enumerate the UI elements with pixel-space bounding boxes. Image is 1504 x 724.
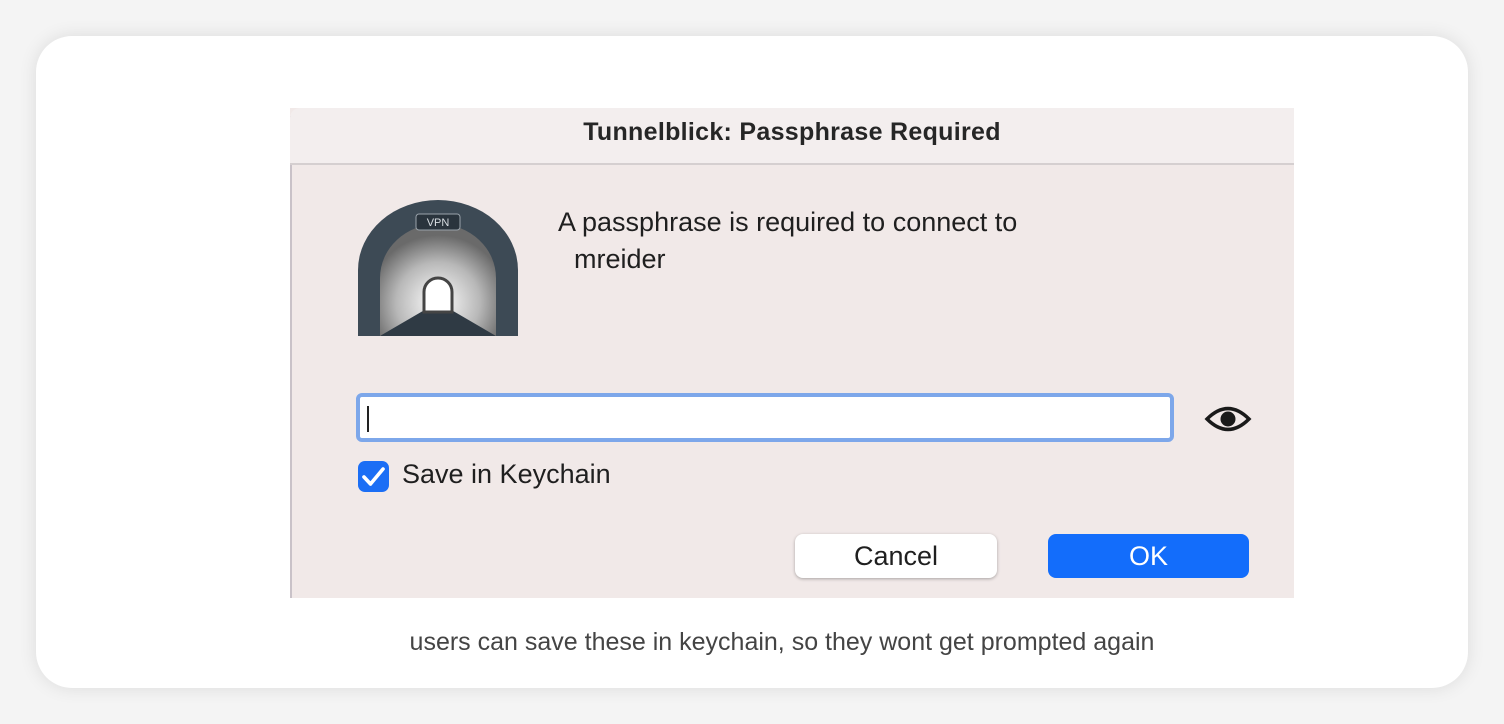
dialog-message: A passphrase is required to connect to m…: [558, 204, 1017, 278]
passphrase-input[interactable]: [356, 393, 1174, 442]
connection-name: mreider: [574, 244, 666, 274]
image-caption: users can save these in keychain, so the…: [409, 628, 1155, 656]
dialog-titlebar: Tunnelblick: Passphrase Required: [290, 108, 1294, 165]
message-line-1: A passphrase is required to connect to: [558, 207, 1018, 237]
ok-button[interactable]: OK: [1048, 534, 1249, 578]
eye-icon[interactable]: [1204, 404, 1252, 434]
passphrase-dialog: Tunnelblick: Passphrase Required VPN A p…: [290, 108, 1294, 598]
save-in-keychain-label[interactable]: Save in Keychain: [402, 459, 611, 490]
vpn-icon-label: VPN: [427, 217, 450, 229]
text-caret: [367, 406, 369, 432]
cancel-button[interactable]: Cancel: [795, 534, 997, 578]
dialog-edge: [290, 116, 292, 598]
save-in-keychain-checkbox[interactable]: [358, 461, 389, 492]
dialog-title: Tunnelblick: Passphrase Required: [583, 118, 1001, 146]
checkmark-icon: [362, 467, 385, 486]
tunnelblick-tunnel-icon: VPN: [358, 200, 518, 336]
